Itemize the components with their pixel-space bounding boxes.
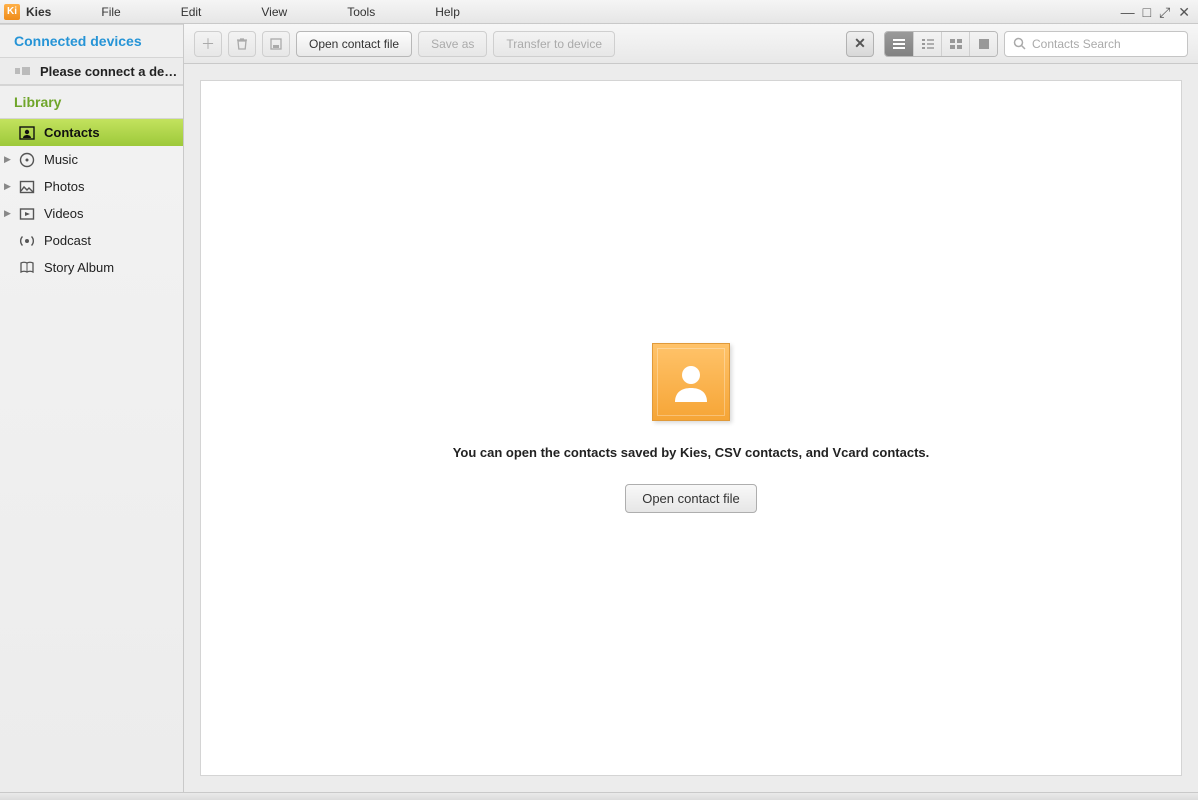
plus-icon: ＋	[201, 34, 215, 54]
sidebar-device-row[interactable]: Please connect a dev...	[0, 58, 183, 85]
open-contact-file-center-button[interactable]: Open contact file	[625, 484, 757, 513]
person-silhouette-icon	[667, 358, 715, 406]
disc-icon	[18, 151, 36, 169]
grid-icon	[949, 38, 963, 50]
delete-button[interactable]	[228, 31, 256, 57]
sidebar-library-title: Library	[0, 85, 183, 119]
search-input[interactable]	[1032, 37, 1187, 51]
menu-edit[interactable]: Edit	[181, 5, 202, 19]
film-icon	[18, 205, 36, 223]
save-as-button[interactable]: Save as	[418, 31, 487, 57]
app-logo-icon: Ki	[4, 4, 20, 20]
sidebar-item-music[interactable]: ▶ Music	[0, 146, 183, 173]
toolbar: ＋ Open contact file Save as Transfer to …	[184, 24, 1198, 64]
menu-help[interactable]: Help	[435, 5, 460, 19]
menu-view[interactable]: View	[261, 5, 287, 19]
minimize-icon[interactable]: —	[1121, 5, 1135, 19]
content-area: ＋ Open contact file Save as Transfer to …	[184, 24, 1198, 792]
contacts-hero-icon	[652, 343, 730, 421]
image-icon	[18, 178, 36, 196]
list-icon	[892, 38, 906, 50]
sidebar: Connected devices Please connect a dev..…	[0, 24, 184, 792]
sidebar-item-photos[interactable]: ▶ Photos	[0, 173, 183, 200]
list-detail-icon	[921, 38, 935, 50]
transfer-to-device-button[interactable]: Transfer to device	[493, 31, 615, 57]
window-controls: — □ ⤢ ✕	[1121, 5, 1198, 19]
menu-file[interactable]: File	[101, 5, 120, 19]
add-button[interactable]: ＋	[194, 31, 222, 57]
search-box[interactable]	[1004, 31, 1188, 57]
sidebar-item-label: Contacts	[44, 125, 100, 140]
sidebar-item-label: Music	[44, 152, 78, 167]
sidebar-item-podcast[interactable]: Podcast	[0, 227, 183, 254]
clear-view-button[interactable]: ✕	[846, 31, 874, 57]
empty-state-message: You can open the contacts saved by Kies,…	[453, 445, 930, 460]
sidebar-item-story-album[interactable]: Story Album	[0, 254, 183, 281]
trash-icon	[235, 37, 249, 51]
chevron-right-icon[interactable]: ▶	[4, 154, 11, 165]
menu-tools[interactable]: Tools	[347, 5, 375, 19]
x-icon: ✕	[854, 35, 866, 52]
app-logo-text: Ki	[7, 6, 17, 17]
footer	[0, 792, 1198, 800]
sidebar-connected-title: Connected devices	[0, 24, 183, 58]
device-icon	[14, 62, 32, 80]
main-layout: Connected devices Please connect a dev..…	[0, 24, 1198, 792]
sidebar-item-contacts[interactable]: Contacts	[0, 119, 183, 146]
broadcast-icon	[18, 232, 36, 250]
view-detail-button[interactable]	[913, 32, 941, 56]
book-icon	[18, 259, 36, 277]
sidebar-item-videos[interactable]: ▶ Videos	[0, 200, 183, 227]
view-grid-button[interactable]	[941, 32, 969, 56]
sidebar-item-label: Podcast	[44, 233, 91, 248]
restore-icon[interactable]: ⤢	[1159, 5, 1170, 19]
save-to-pc-button[interactable]	[262, 31, 290, 57]
sidebar-device-label: Please connect a dev...	[40, 64, 180, 79]
sidebar-item-label: Photos	[44, 179, 84, 194]
chevron-right-icon[interactable]: ▶	[4, 208, 11, 219]
view-list-button[interactable]	[885, 32, 913, 56]
maximize-icon[interactable]: □	[1143, 5, 1151, 19]
view-mode-group	[884, 31, 998, 57]
open-contact-file-button[interactable]: Open contact file	[296, 31, 412, 57]
save-icon	[269, 37, 283, 51]
close-icon[interactable]: ✕	[1178, 5, 1190, 19]
app-name: Kies	[26, 5, 51, 19]
sidebar-item-label: Story Album	[44, 260, 114, 275]
sidebar-item-label: Videos	[44, 206, 84, 221]
view-card-button[interactable]	[969, 32, 997, 56]
card-icon	[977, 38, 991, 50]
menubar: Ki Kies File Edit View Tools Help — □ ⤢ …	[0, 0, 1198, 24]
content-canvas: You can open the contacts saved by Kies,…	[200, 80, 1182, 776]
chevron-right-icon[interactable]: ▶	[4, 181, 11, 192]
person-card-icon	[18, 124, 36, 142]
search-icon	[1013, 37, 1026, 50]
